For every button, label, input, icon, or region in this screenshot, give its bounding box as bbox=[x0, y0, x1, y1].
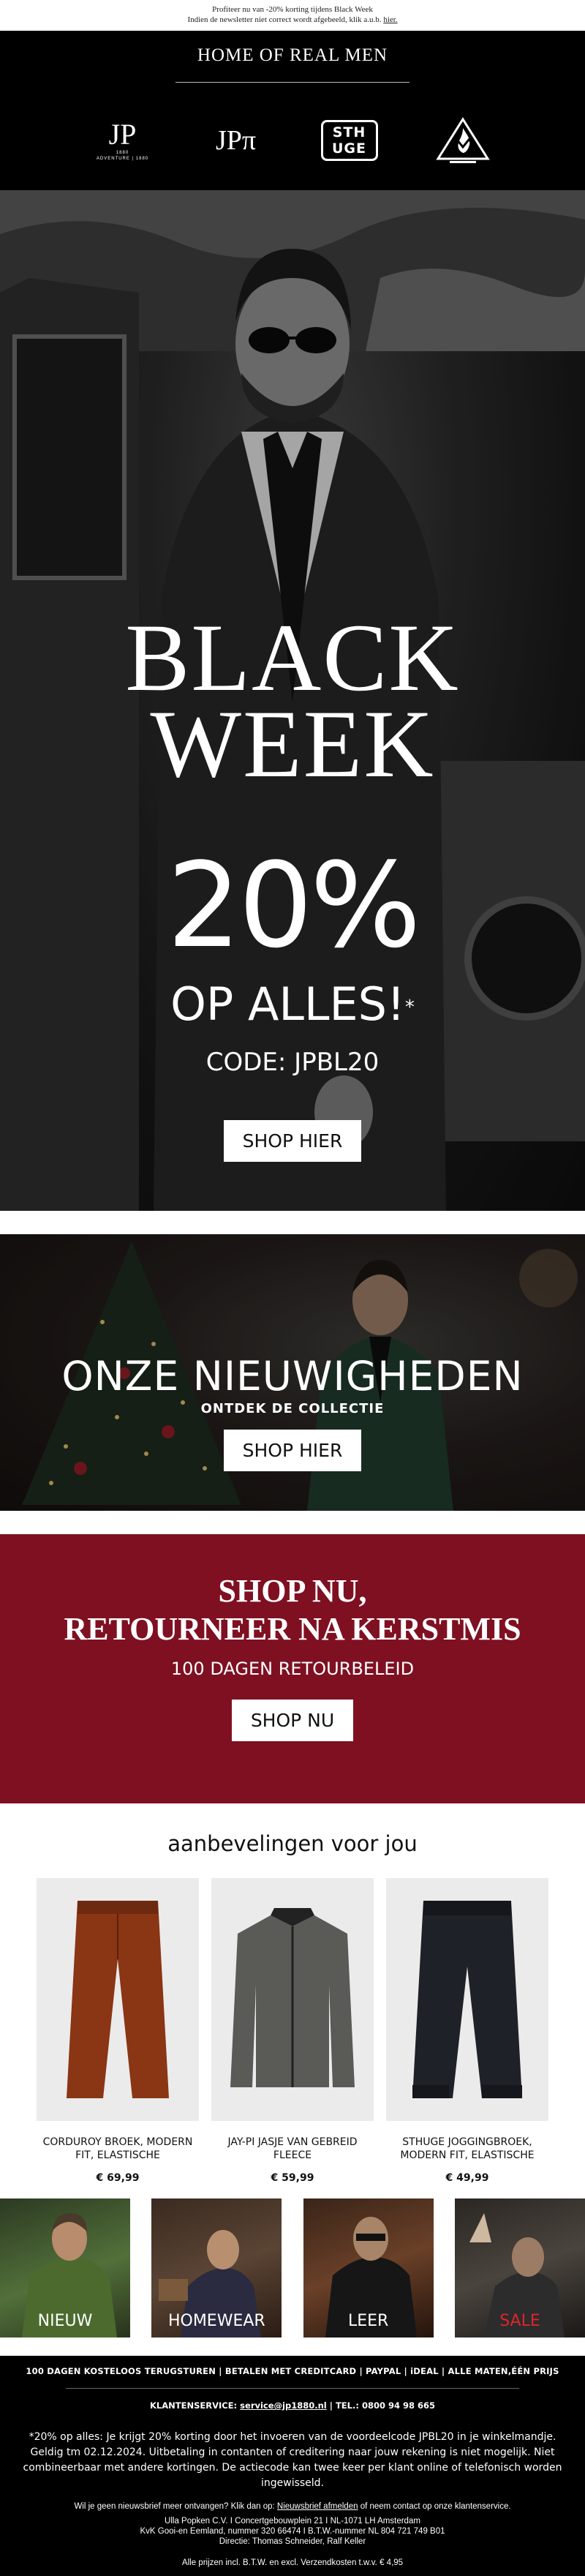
unsubscribe-link[interactable]: Nieuwsbrief afmelden bbox=[277, 2502, 358, 2511]
category-label: HOMEWEAR bbox=[167, 2312, 265, 2330]
recommendations-heading: aanbevelingen voor jou bbox=[167, 1831, 418, 1856]
spacer bbox=[0, 1211, 585, 1234]
product-card[interactable]: JAY-PI JASJE VAN GEBREID FLEECE € 59,99 bbox=[211, 1878, 374, 2184]
new-arrivals-subtitle: ONTDEK DE COLLECTIE bbox=[200, 1401, 385, 1416]
category-label: NIEUW bbox=[37, 2312, 93, 2330]
returns-title-line2: RETOURNEER NA KERSTMIS bbox=[64, 1611, 521, 1647]
spacer bbox=[0, 1511, 585, 1534]
returns-title-line1: SHOP NU, bbox=[218, 1573, 367, 1609]
unsubscribe-line: Wil je geen nieuwsbrief meer ontvangen? … bbox=[0, 2491, 585, 2512]
discount-scope-text: OP ALLES! bbox=[170, 977, 405, 1031]
footer-usps: 100 DAGEN KOSTELOOS TERUGSTUREN | BETALE… bbox=[26, 2366, 559, 2376]
company-directors: Directie: Thomas Schneider, Ralf Keller bbox=[219, 2537, 366, 2546]
new-arrivals-banner[interactable]: ONZE NIEUWIGHEDEN ONTDEK DE COLLECTIE SH… bbox=[0, 1234, 585, 1511]
new-arrivals-title: ONZE NIEUWIGHEDEN bbox=[61, 1353, 524, 1400]
hero-cta-wrap: SHOP HIER bbox=[0, 1120, 585, 1162]
black-week-title-line2: WEEK bbox=[150, 690, 435, 797]
footer-service: KLANTENSERVICE: service@jp1880.nl | TEL.… bbox=[0, 2389, 585, 2425]
jacket-icon bbox=[230, 1908, 355, 2087]
jay-pi-logo-mark: JPπ bbox=[215, 125, 257, 156]
new-arrivals-cta-wrap: SHOP HIER bbox=[0, 1430, 585, 1471]
preheader-view-online: Indien de newsletter niet correct wordt … bbox=[0, 15, 585, 25]
unsubscribe-suffix: of neem contact op onze klantenservice. bbox=[360, 2502, 511, 2511]
logo-sthuge[interactable]: STH UGE bbox=[317, 115, 382, 166]
category-label: SALE bbox=[499, 2312, 540, 2330]
recommendations-section: aanbevelingen voor jou CORDUROY BROEK, M… bbox=[0, 1803, 585, 2184]
logo-jay-pi[interactable]: JPπ bbox=[203, 115, 269, 166]
sthuge-logo-bottom: UGE bbox=[331, 140, 366, 157]
brand-logos: JP 1880 ADVENTURE | 1880 JPπ STH UGE bbox=[0, 83, 585, 166]
preheader-view-text: Indien de newsletter niet correct wordt … bbox=[187, 15, 382, 24]
discount-asterisk: * bbox=[404, 996, 415, 1018]
service-label: KLANTENSERVICE: bbox=[150, 2400, 238, 2411]
view-in-browser-link[interactable]: hier. bbox=[383, 15, 397, 24]
service-email-link[interactable]: service@jp1880.nl bbox=[240, 2400, 327, 2411]
product-image[interactable] bbox=[37, 1878, 199, 2121]
preheader-teaser: Profiteer nu van -20% korting tijdens Bl… bbox=[212, 5, 373, 14]
product-price: € 59,99 bbox=[271, 2172, 314, 2184]
sthuge-logo-top: STH bbox=[332, 124, 366, 140]
flame-mountain-icon bbox=[435, 117, 490, 163]
brand-header: HOME OF REAL MEN JP 1880 ADVENTURE | 188… bbox=[0, 31, 585, 190]
discount-code: CODE: JPBL20 bbox=[205, 1048, 380, 1077]
footer: 100 DAGEN KOSTELOOS TERUGSTUREN | BETALE… bbox=[0, 2356, 585, 2576]
logo-jp1880[interactable]: JP 1880 ADVENTURE | 1880 bbox=[90, 115, 156, 166]
product-card[interactable]: STHUGE JOGGINGBROEK, MODERN FIT, ELASTIS… bbox=[386, 1878, 548, 2184]
new-arrivals-shop-button[interactable]: SHOP HIER bbox=[223, 1430, 362, 1471]
category-strip: NIEUW HOMEWEAR LEER SALE bbox=[0, 2198, 585, 2356]
returns-subtitle: 100 DAGEN RETOURBELEID bbox=[170, 1659, 415, 1679]
preheader: Profiteer nu van -20% korting tijdens Bl… bbox=[0, 0, 585, 31]
unsubscribe-prefix: Wil je geen nieuwsbrief meer ontvangen? … bbox=[74, 2502, 275, 2511]
product-name[interactable]: STHUGE JOGGINGBROEK, MODERN FIT, ELASTIS… bbox=[386, 2136, 548, 2163]
category-tile-homewear[interactable]: HOMEWEAR bbox=[151, 2198, 282, 2337]
trousers-icon bbox=[67, 1901, 169, 2098]
product-image[interactable] bbox=[386, 1878, 548, 2121]
discount-scope: OP ALLES!* bbox=[0, 979, 585, 1030]
category-tile-nieuw[interactable]: NIEUW bbox=[0, 2198, 130, 2337]
trousers-icon bbox=[412, 1901, 522, 2098]
jp-logo-mark: JP bbox=[108, 118, 137, 151]
jp-logo-tagline: ADVENTURE | 1880 bbox=[96, 157, 149, 161]
sthuge-logo-mark: STH UGE bbox=[320, 120, 378, 161]
company-kvk: KvK Gooi-en Eemland, nummer 320 66474 I … bbox=[140, 2527, 445, 2536]
black-week-title: BLACK WEEK bbox=[0, 604, 585, 797]
discount-disclaimer: *20% op alles: Je krijgt 20% korting doo… bbox=[23, 2431, 562, 2489]
price-note: Alle prijzen incl. B.T.W. en excl. Verze… bbox=[181, 2558, 404, 2567]
discount-percent: 20% bbox=[167, 837, 421, 974]
service-phone[interactable]: | TEL.: 0800 94 98 665 bbox=[330, 2400, 435, 2411]
returns-shop-button[interactable]: SHOP NU bbox=[231, 1700, 354, 1741]
returns-banner[interactable]: SHOP NU, RETOURNEER NA KERSTMIS 100 DAGE… bbox=[0, 1534, 585, 1803]
jp-logo-year: 1880 bbox=[116, 151, 129, 155]
product-image[interactable] bbox=[211, 1878, 374, 2121]
product-price: € 49,99 bbox=[445, 2172, 489, 2184]
product-name[interactable]: JAY-PI JASJE VAN GEBREID FLEECE bbox=[211, 2136, 374, 2163]
black-week-hero[interactable]: BLACK WEEK 20% OP ALLES!* CODE: JPBL20 S… bbox=[0, 190, 585, 1211]
product-grid: CORDUROY BROEK, MODERN FIT, ELASTISCHE €… bbox=[0, 1856, 585, 2184]
company-info: Ulla Popken C.V. I Concertgebouwplein 21… bbox=[0, 2512, 585, 2547]
company-address: Ulla Popken C.V. I Concertgebouwplein 21… bbox=[165, 2517, 420, 2526]
product-name[interactable]: CORDUROY BROEK, MODERN FIT, ELASTISCHE bbox=[37, 2136, 199, 2163]
category-tile-sale[interactable]: SALE bbox=[454, 2198, 585, 2337]
logo-jp-awake[interactable] bbox=[430, 115, 496, 166]
category-tile-leer[interactable]: LEER bbox=[303, 2198, 434, 2337]
product-card[interactable]: CORDUROY BROEK, MODERN FIT, ELASTISCHE €… bbox=[37, 1878, 199, 2184]
returns-cta-wrap: SHOP NU bbox=[0, 1700, 585, 1741]
header-title[interactable]: HOME OF REAL MEN bbox=[0, 31, 585, 66]
black-week-title-line1: BLACK bbox=[125, 604, 460, 711]
product-price: € 69,99 bbox=[96, 2172, 140, 2184]
hero-shop-button[interactable]: SHOP HIER bbox=[223, 1120, 362, 1162]
category-label: LEER bbox=[347, 2312, 389, 2330]
